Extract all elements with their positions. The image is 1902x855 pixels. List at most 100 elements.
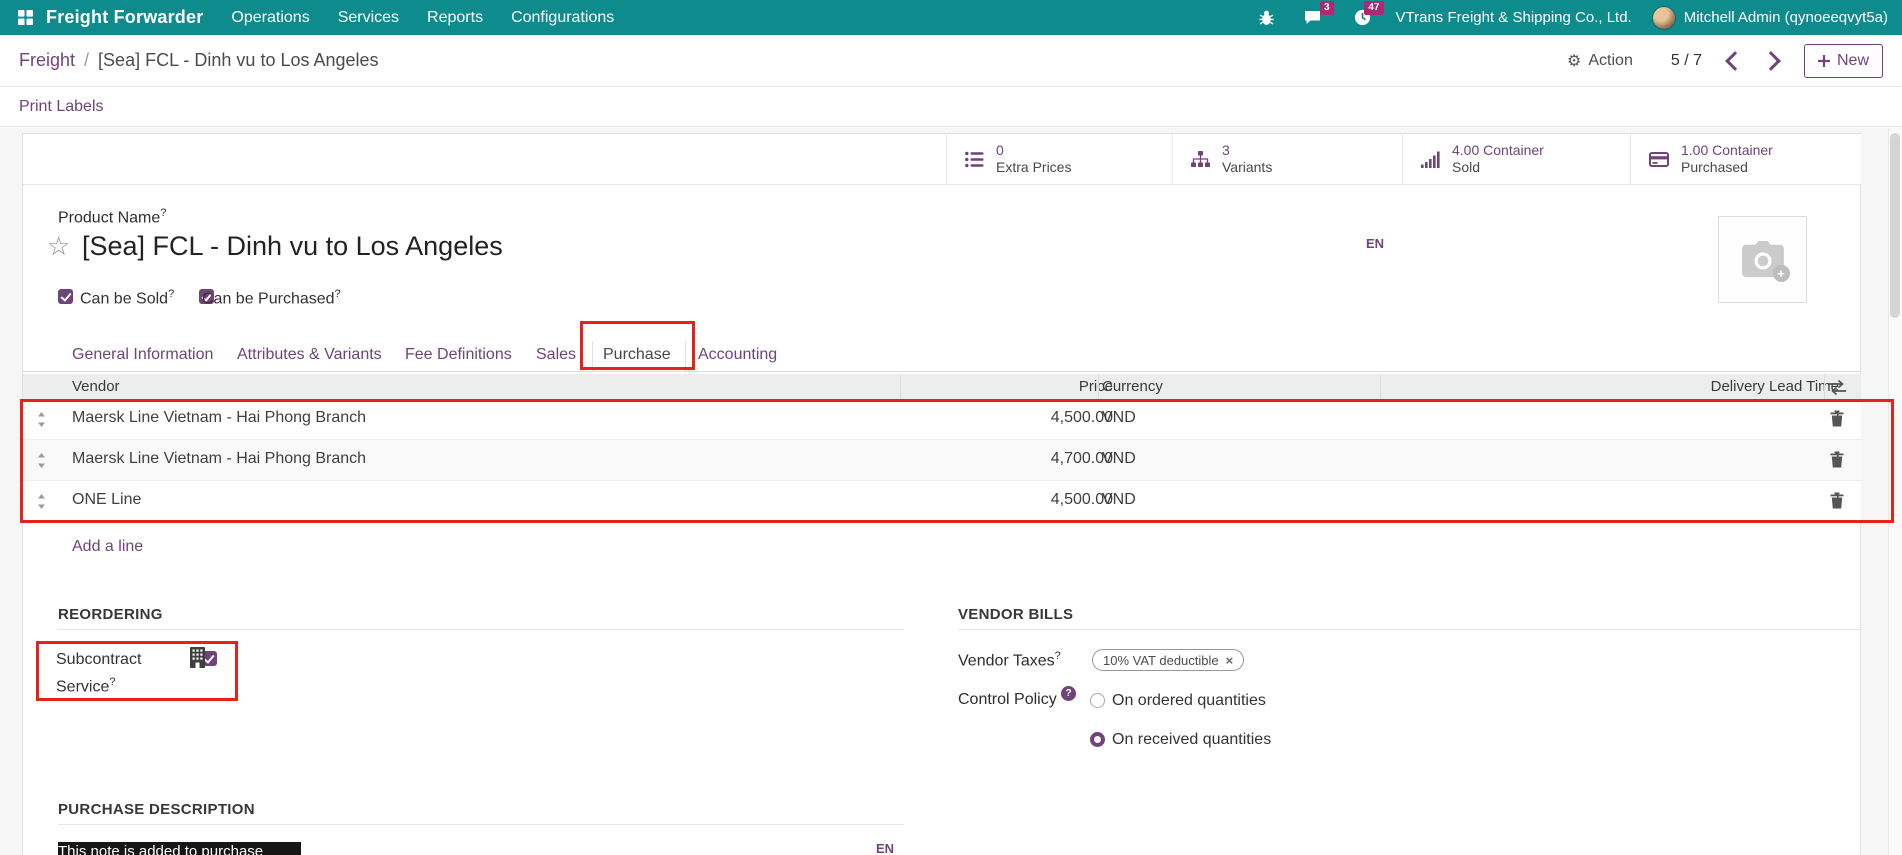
menu-reports[interactable]: Reports <box>427 9 483 27</box>
company-switcher[interactable]: VTrans Freight & Shipping Co., Ltd. <box>1396 9 1632 26</box>
bar-chart-icon <box>1421 151 1440 168</box>
col-header-price[interactable]: Price <box>913 374 1113 399</box>
translation-language-badge[interactable]: EN <box>1366 236 1384 251</box>
add-a-line-link[interactable]: Add a line <box>72 538 143 556</box>
tab-general-information[interactable]: General Information <box>72 346 213 364</box>
stat-sold[interactable]: 4.00 ContainerSold <box>1402 134 1630 184</box>
tab-attributes-variants[interactable]: Attributes & Variants <box>237 346 382 364</box>
stat-button-strip: 0Extra Prices 3Variants 4.00 ContainerSo… <box>23 134 1860 185</box>
delete-row-icon[interactable] <box>1830 410 1844 432</box>
cell-currency[interactable]: VND <box>1102 450 1136 468</box>
delete-row-icon[interactable] <box>1830 451 1844 473</box>
cell-price[interactable]: 4,500.00 <box>913 491 1113 509</box>
user-menu[interactable]: Mitchell Admin (qynoeeqvyt5a) <box>1684 9 1888 26</box>
control-policy-label: Control Policy <box>958 691 1057 709</box>
favorite-star-icon[interactable]: ☆ <box>47 233 70 259</box>
record-pager: 5 / 7 <box>1671 52 1702 70</box>
cell-lead-time[interactable]: 1 <box>1723 409 1842 427</box>
plus-icon <box>1818 55 1830 67</box>
stat-label: Variants <box>1222 159 1272 176</box>
section-divider <box>58 629 904 630</box>
vendor-tax-tag[interactable]: 10% VAT deductible × <box>1092 649 1244 671</box>
action-menu-button[interactable]: ⚙ Action <box>1567 51 1633 71</box>
stat-label: Sold <box>1452 159 1544 176</box>
remove-tag-icon[interactable]: × <box>1226 654 1234 667</box>
stat-value: 3 <box>1222 142 1272 159</box>
col-header-delivery-lead-time[interactable]: Delivery Lead Time <box>1673 374 1839 399</box>
app-name[interactable]: Freight Forwarder <box>46 7 203 28</box>
radio-on-received-label[interactable]: On received quantities <box>1112 731 1271 749</box>
drag-handle-icon[interactable] <box>36 412 47 432</box>
column-divider <box>1824 374 1825 399</box>
previous-record-icon[interactable] <box>1725 51 1745 71</box>
apps-grid-icon[interactable] <box>14 7 36 29</box>
help-sup: ? <box>160 207 166 219</box>
cell-vendor[interactable]: ONE Line <box>72 491 141 509</box>
cell-lead-time[interactable]: 1 <box>1723 491 1842 509</box>
tab-purchase[interactable]: Purchase <box>603 346 671 364</box>
stat-value: 0 <box>996 142 1071 159</box>
new-record-button[interactable]: New <box>1804 44 1883 78</box>
radio-on-ordered-label[interactable]: On ordered quantities <box>1112 692 1266 710</box>
can-be-sold-label: Can be Sold? <box>80 288 174 308</box>
drag-handle-icon[interactable] <box>36 453 47 473</box>
column-divider <box>1380 374 1381 399</box>
product-image-placeholder[interactable]: + <box>1718 216 1807 303</box>
vendor-row[interactable]: Maersk Line Vietnam - Hai Phong Branch 4… <box>23 399 1861 440</box>
stat-variants[interactable]: 3Variants <box>1172 134 1402 184</box>
can-be-purchased-label: Can be Purchased? <box>202 288 341 308</box>
cell-vendor[interactable]: Maersk Line Vietnam - Hai Phong Branch <box>72 409 366 427</box>
cell-currency[interactable]: VND <box>1102 409 1136 427</box>
drag-handle-icon[interactable] <box>36 494 47 514</box>
radio-on-ordered-quantities[interactable] <box>1090 693 1105 708</box>
can-be-sold-checkbox[interactable] <box>58 289 73 304</box>
stat-value: 4.00 Container <box>1452 142 1544 159</box>
vendor-bills-section-title: VENDOR BILLS <box>958 606 1073 623</box>
next-record-icon[interactable] <box>1761 51 1781 71</box>
print-labels-button[interactable]: Print Labels <box>19 98 104 116</box>
stat-purchased[interactable]: 1.00 ContainerPurchased <box>1630 134 1861 184</box>
user-avatar[interactable] <box>1652 6 1676 30</box>
cell-price[interactable]: 4,500.00 <box>913 409 1113 427</box>
stat-label: Extra Prices <box>996 159 1071 176</box>
cell-lead-time[interactable]: 1 <box>1723 450 1842 468</box>
breadcrumb-current: [Sea] FCL - Dinh vu to Los Angeles <box>98 50 379 71</box>
cell-vendor[interactable]: Maersk Line Vietnam - Hai Phong Branch <box>72 450 366 468</box>
tab-accounting[interactable]: Accounting <box>698 346 777 364</box>
scrollbar-thumb[interactable] <box>1890 133 1900 318</box>
purchase-description-note[interactable]: This note is added to purchase orders. <box>58 842 301 855</box>
stat-extra-prices[interactable]: 0Extra Prices <box>946 134 1172 184</box>
cell-price[interactable]: 4,700.00 <box>913 450 1113 468</box>
delete-row-icon[interactable] <box>1830 492 1844 514</box>
cell-currency[interactable]: VND <box>1102 491 1136 509</box>
tab-fee-definitions[interactable]: Fee Definitions <box>405 346 512 364</box>
vendor-row[interactable]: ONE Line 4,500.00 VND 1 <box>23 481 1861 522</box>
tab-sales[interactable]: Sales <box>536 346 576 364</box>
col-header-currency[interactable]: Currency <box>1102 374 1163 399</box>
breadcrumb-parent[interactable]: Freight <box>19 50 75 71</box>
optional-columns-icon[interactable] <box>1828 379 1847 401</box>
messages-icon[interactable]: 3 <box>1302 7 1324 29</box>
section-divider <box>58 824 904 825</box>
reordering-section-title: REORDERING <box>58 606 163 623</box>
activities-clock-icon[interactable]: 47 <box>1352 7 1374 29</box>
radio-on-received-quantities[interactable] <box>1090 732 1105 747</box>
messages-badge: 3 <box>1320 1 1334 15</box>
debug-bug-icon[interactable] <box>1256 7 1278 29</box>
control-panel: Freight / [Sea] FCL - Dinh vu to Los Ang… <box>0 35 1902 87</box>
product-title[interactable]: [Sea] FCL - Dinh vu to Los Angeles <box>82 230 503 262</box>
menu-configurations[interactable]: Configurations <box>511 9 614 27</box>
menu-services[interactable]: Services <box>338 9 399 27</box>
add-image-plus-icon: + <box>1773 265 1790 282</box>
camera-icon: + <box>1740 241 1786 279</box>
company-building-icon <box>189 647 206 673</box>
breadcrumb-separator: / <box>84 50 89 71</box>
translation-language-badge[interactable]: EN <box>876 841 894 855</box>
form-buttons-bar: Print Labels <box>0 88 1902 127</box>
vendor-row[interactable]: Maersk Line Vietnam - Hai Phong Branch 4… <box>23 440 1861 481</box>
help-badge-icon[interactable]: ? <box>1061 686 1076 701</box>
col-header-vendor[interactable]: Vendor <box>72 374 120 399</box>
vendor-table-header: Vendor Price Currency Delivery Lead Time <box>23 374 1861 399</box>
purchase-description-section-title: PURCHASE DESCRIPTION <box>58 801 255 818</box>
menu-operations[interactable]: Operations <box>231 9 309 27</box>
